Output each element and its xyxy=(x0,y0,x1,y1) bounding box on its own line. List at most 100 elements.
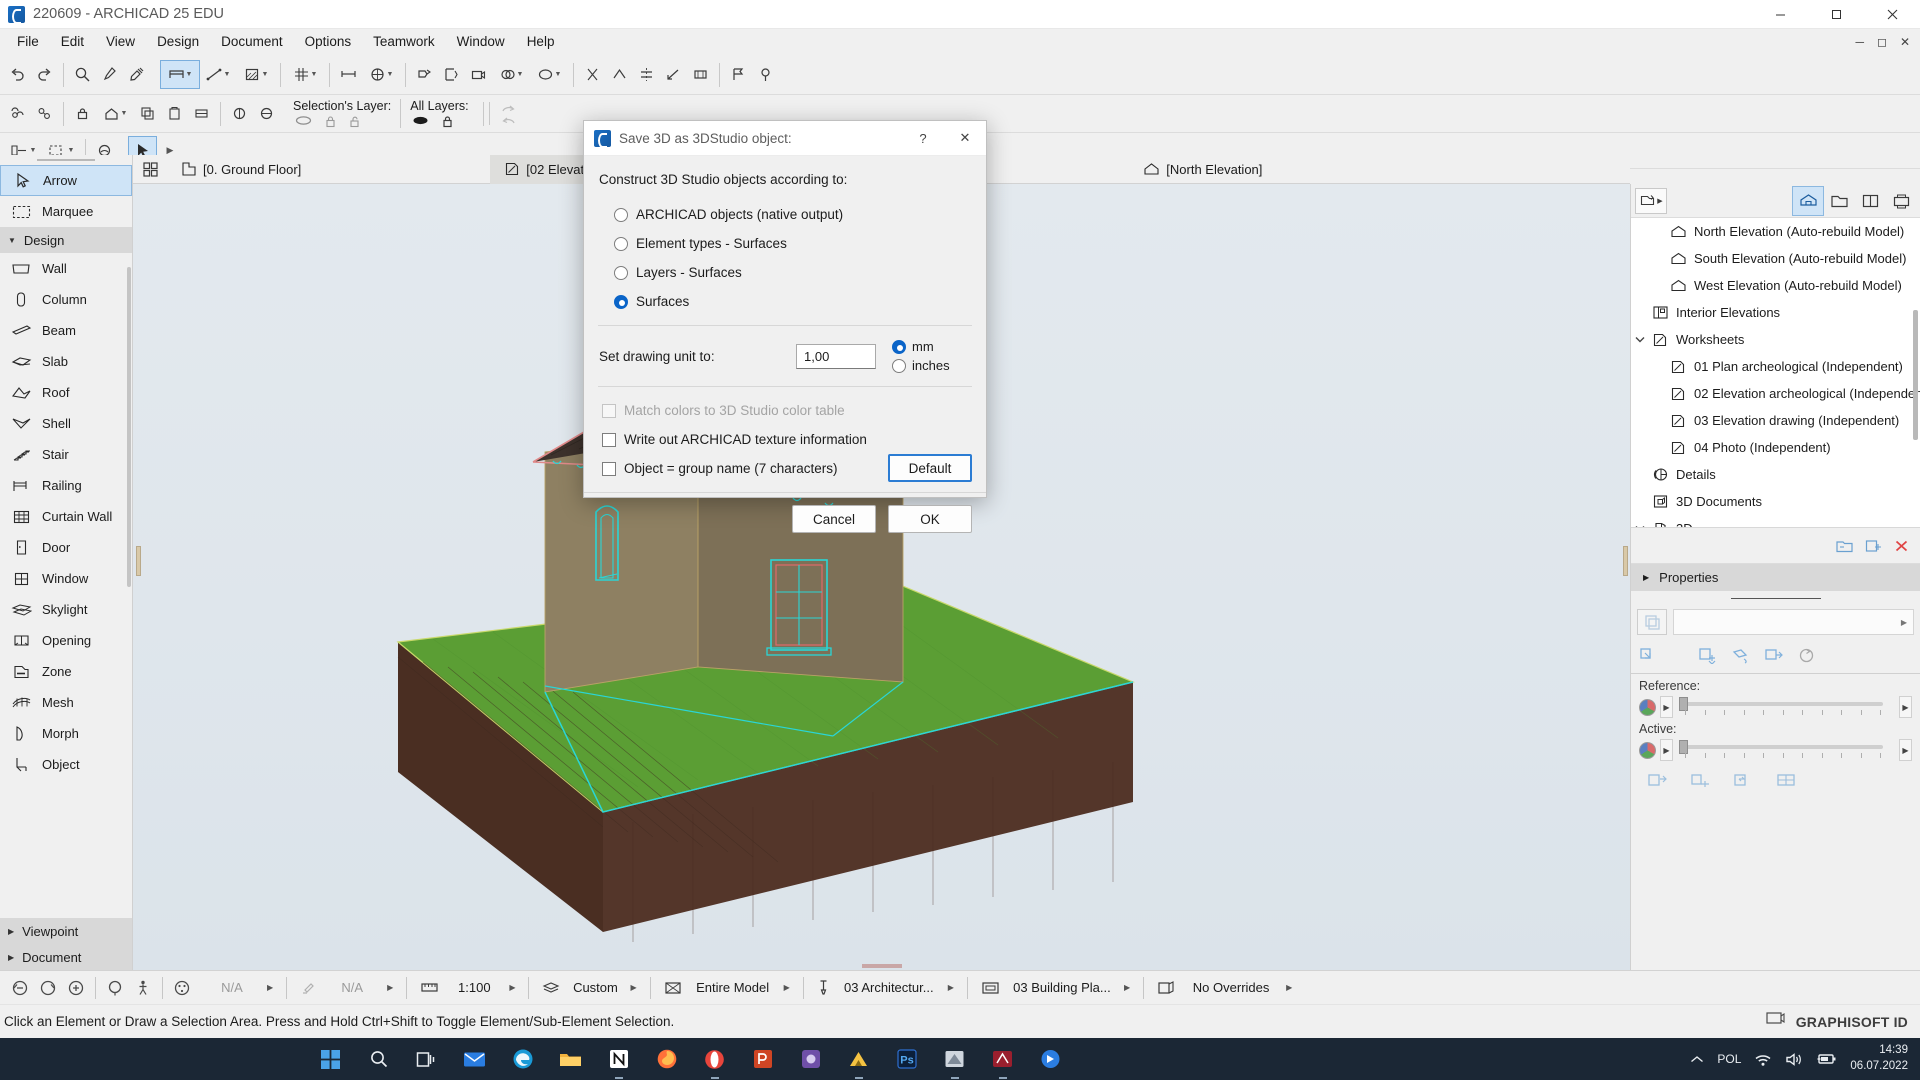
opera-app[interactable] xyxy=(693,1038,737,1080)
graphisoft-id-label[interactable]: GRAPHISOFT ID xyxy=(1796,1014,1908,1030)
language-indicator[interactable]: POL xyxy=(1717,1052,1741,1066)
copy-layer-button[interactable] xyxy=(134,100,161,127)
reference-color-swatch[interactable] xyxy=(1639,698,1656,716)
wifi-icon[interactable] xyxy=(1754,1052,1772,1067)
toolbox-group-design[interactable]: ▼ Design xyxy=(0,227,132,253)
active-color-swatch[interactable] xyxy=(1639,741,1656,759)
active-slider-thumb[interactable] xyxy=(1679,740,1688,754)
tree-item-interior-elevations[interactable]: Interior Elevations xyxy=(1631,299,1920,326)
reference-expand-button[interactable]: ▶ xyxy=(1899,696,1912,718)
trim-button[interactable] xyxy=(579,61,606,88)
undo-button[interactable] xyxy=(4,61,31,88)
label-tool-button[interactable] xyxy=(725,61,752,88)
swap-reference-icon[interactable] xyxy=(1647,772,1668,790)
toolbox-drag-handle[interactable] xyxy=(0,155,132,165)
file-explorer-app[interactable] xyxy=(549,1038,593,1080)
eyedropper-button[interactable] xyxy=(96,61,123,88)
zoom-in-button[interactable] xyxy=(62,975,90,1001)
doc-close-icon[interactable]: ✕ xyxy=(1900,35,1910,49)
radio-layers-surfaces[interactable]: Layers - Surfaces xyxy=(598,258,972,287)
orbit-button[interactable] xyxy=(101,975,129,1001)
bluestacks-app[interactable] xyxy=(1029,1038,1073,1080)
photoshop-app[interactable]: Ps xyxy=(885,1038,929,1080)
mail-app[interactable] xyxy=(453,1038,497,1080)
cancel-button[interactable]: Cancel xyxy=(792,505,876,533)
chevron-down-icon[interactable] xyxy=(1631,525,1649,527)
new-viewpoint-icon[interactable] xyxy=(1864,538,1883,554)
checkbox[interactable] xyxy=(602,461,616,476)
minimize-button[interactable] xyxy=(1752,0,1808,29)
rotate-icon[interactable] xyxy=(1731,647,1750,664)
dimension-tool-button[interactable] xyxy=(335,61,362,88)
toolbox-item-object[interactable]: Object xyxy=(0,749,132,780)
menu-options[interactable]: Options xyxy=(294,31,363,53)
wall-tool-button[interactable]: ▼ xyxy=(160,60,200,89)
menu-window[interactable]: Window xyxy=(446,31,516,53)
shape-tool-button[interactable]: ▼ xyxy=(530,61,568,88)
active-transparency-slider[interactable] xyxy=(1677,738,1895,762)
toolbox-item-marquee[interactable]: Marquee xyxy=(0,196,132,227)
radio-button-selected[interactable] xyxy=(614,294,628,309)
align-reference-icon[interactable] xyxy=(1690,772,1711,790)
toolbox-item-wall[interactable]: Wall xyxy=(0,253,132,284)
overrides-field[interactable]: No Overrides ▶ xyxy=(1149,979,1300,996)
radio-button[interactable] xyxy=(892,358,906,373)
viewport-horizontal-scrollbar[interactable] xyxy=(133,961,1630,970)
section-tool-button[interactable] xyxy=(438,61,465,88)
menu-view[interactable]: View xyxy=(95,31,146,53)
menu-teamwork[interactable]: Teamwork xyxy=(362,31,446,53)
radio-button[interactable] xyxy=(614,236,628,251)
home-story-button[interactable]: ▼ xyxy=(96,100,134,127)
adjust-button[interactable] xyxy=(660,61,687,88)
close-button[interactable] xyxy=(1864,0,1920,29)
doc-minimize-icon[interactable]: ─ xyxy=(1855,35,1864,49)
tree-item-3d[interactable]: 3D xyxy=(1631,515,1920,527)
align-left-button[interactable] xyxy=(226,100,253,127)
menu-document[interactable]: Document xyxy=(210,31,294,53)
favorites-thumbnail[interactable] xyxy=(1637,609,1667,635)
notion-app[interactable] xyxy=(597,1038,641,1080)
grid-snap-button[interactable]: ▼ xyxy=(286,61,324,88)
toolbox-item-beam[interactable]: Beam xyxy=(0,315,132,346)
mirror-icon[interactable] xyxy=(1764,647,1783,664)
merge-button[interactable] xyxy=(188,100,215,127)
copy-settings-icon[interactable] xyxy=(1639,647,1658,664)
checkbox-object-group-name[interactable]: Object = group name (7 characters) xyxy=(598,454,888,483)
split-button[interactable] xyxy=(633,61,660,88)
archicad-app[interactable] xyxy=(933,1038,977,1080)
snap-guide-button[interactable]: ▼ xyxy=(362,61,400,88)
zoom-tool-button[interactable] xyxy=(69,61,96,88)
autocad-app[interactable] xyxy=(981,1038,1025,1080)
stretch-button[interactable] xyxy=(687,61,714,88)
powerpoint-app[interactable] xyxy=(741,1038,785,1080)
zoom-previous-button[interactable] xyxy=(34,975,62,1001)
delete-icon[interactable] xyxy=(1893,538,1910,554)
align-right-button[interactable] xyxy=(253,100,280,127)
radio-button[interactable] xyxy=(614,207,628,222)
tree-item-04-photo[interactable]: 04 Photo (Independent) xyxy=(1631,434,1920,461)
toolbox-item-zone[interactable]: Zone xyxy=(0,656,132,687)
firefox-app[interactable] xyxy=(645,1038,689,1080)
task-view-button[interactable] xyxy=(405,1038,449,1080)
group-button[interactable] xyxy=(4,100,31,127)
solid-tool-button[interactable]: ▼ xyxy=(492,61,530,88)
fill-tool-button[interactable]: ▼ xyxy=(237,61,275,88)
toolbox-item-mesh[interactable]: Mesh xyxy=(0,687,132,718)
radio-archicad-objects[interactable]: ARCHICAD objects (native output) xyxy=(598,200,972,229)
lock-closed-icon[interactable] xyxy=(325,115,336,128)
redo-button[interactable] xyxy=(31,61,58,88)
edge-app[interactable] xyxy=(501,1038,545,1080)
active-color-dropdown[interactable]: ▶ xyxy=(1660,739,1673,761)
chevron-down-icon[interactable] xyxy=(1631,336,1649,343)
active-expand-button[interactable]: ▶ xyxy=(1899,739,1912,761)
reference-settings-icon[interactable] xyxy=(1776,772,1797,790)
tree-item-north-elevation[interactable]: North Elevation (Auto-rebuild Model) xyxy=(1631,218,1920,245)
reset-reference-icon[interactable] xyxy=(1733,772,1754,790)
toolbox-item-arrow[interactable]: Arrow xyxy=(0,165,132,196)
model-view-field[interactable]: Entire Model ▶ xyxy=(656,980,798,996)
reference-slider-thumb[interactable] xyxy=(1679,697,1688,711)
radio-surfaces[interactable]: Surfaces xyxy=(598,287,972,316)
radio-button[interactable] xyxy=(614,265,628,280)
intersect-button[interactable] xyxy=(606,61,633,88)
toolbox-item-window[interactable]: Window xyxy=(0,563,132,594)
